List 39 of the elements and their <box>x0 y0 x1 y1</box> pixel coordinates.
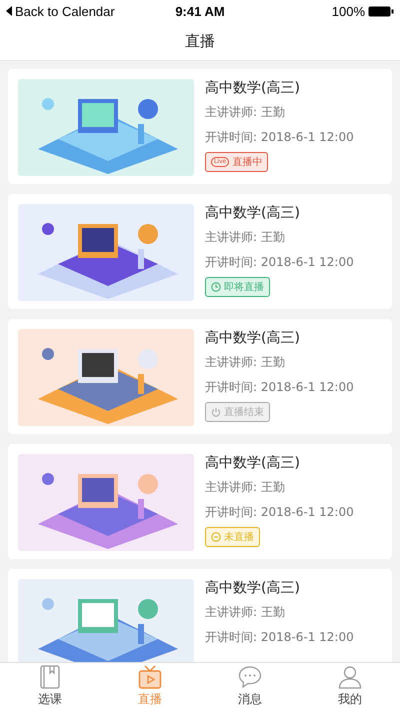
clock-icon <box>211 282 221 292</box>
battery-percentage: 100% <box>332 4 365 18</box>
minus-circle-icon <box>211 532 221 542</box>
course-card[interactable]: 高中数学(高三) 主讲讲师: 王勤 开讲时间: 2018-6-1 12:00 即将直播 <box>8 194 392 309</box>
tv-icon <box>138 665 162 689</box>
start-time: 开讲时间: 2018-6-1 12:00 <box>205 379 354 396</box>
course-title: 高中数学(高三) <box>205 454 301 472</box>
tab-item[interactable]: 消息 <box>200 663 300 710</box>
tab-item[interactable]: 我的 <box>300 663 400 710</box>
person-icon <box>338 665 362 689</box>
course-card[interactable]: 高中数学(高三) 主讲讲师: 王勤 开讲时间: 2018-6-1 12:00 直播结束 <box>8 319 392 434</box>
start-time: 开讲时间: 2018-6-1 12:00 <box>205 504 354 521</box>
status-label: 直播结束 <box>224 406 264 419</box>
start-time: 开讲时间: 2018-6-1 12:00 <box>205 129 354 146</box>
course-title: 高中数学(高三) <box>205 329 301 347</box>
battery-icon <box>368 6 394 16</box>
status-label: 即将直播 <box>224 280 264 294</box>
teacher-name: 主讲讲师: 王勤 <box>205 104 286 121</box>
course-card[interactable]: 高中数学(高三) 主讲讲师: 王勤 开讲时间: 2018-6-1 12:00 未直播 <box>8 444 392 559</box>
course-title: 高中数学(高三) <box>205 204 301 222</box>
power-icon <box>211 407 221 417</box>
page-title: 直播 <box>185 32 215 50</box>
back-arrow-icon <box>6 6 12 16</box>
book-icon <box>39 665 61 689</box>
course-title: 高中数学(高三) <box>205 579 301 597</box>
teacher-name: 主讲讲师: 王勤 <box>205 604 286 621</box>
tab-item[interactable]: 选课 <box>0 663 100 710</box>
start-time: 开讲时间: 2018-6-1 12:00 <box>205 254 354 271</box>
teacher-name: 主讲讲师: 王勤 <box>205 479 286 496</box>
status-label: 直播中 <box>232 156 262 169</box>
chat-icon <box>238 665 262 689</box>
teacher-name: 主讲讲师: 王勤 <box>205 354 286 371</box>
teacher-name: 主讲讲师: 王勤 <box>205 229 286 246</box>
course-title: 高中数学(高三) <box>205 79 301 97</box>
status-label: 未直播 <box>224 530 254 544</box>
start-time: 开讲时间: 2018-6-1 12:00 <box>205 629 354 646</box>
course-card[interactable]: 高中数学(高三) 主讲讲师: 王勤 开讲时间: 2018-6-1 12:00 <box>8 569 392 662</box>
back-link[interactable]: Back to Calendar <box>15 4 115 18</box>
status-time: 9:41 AM <box>175 4 225 18</box>
